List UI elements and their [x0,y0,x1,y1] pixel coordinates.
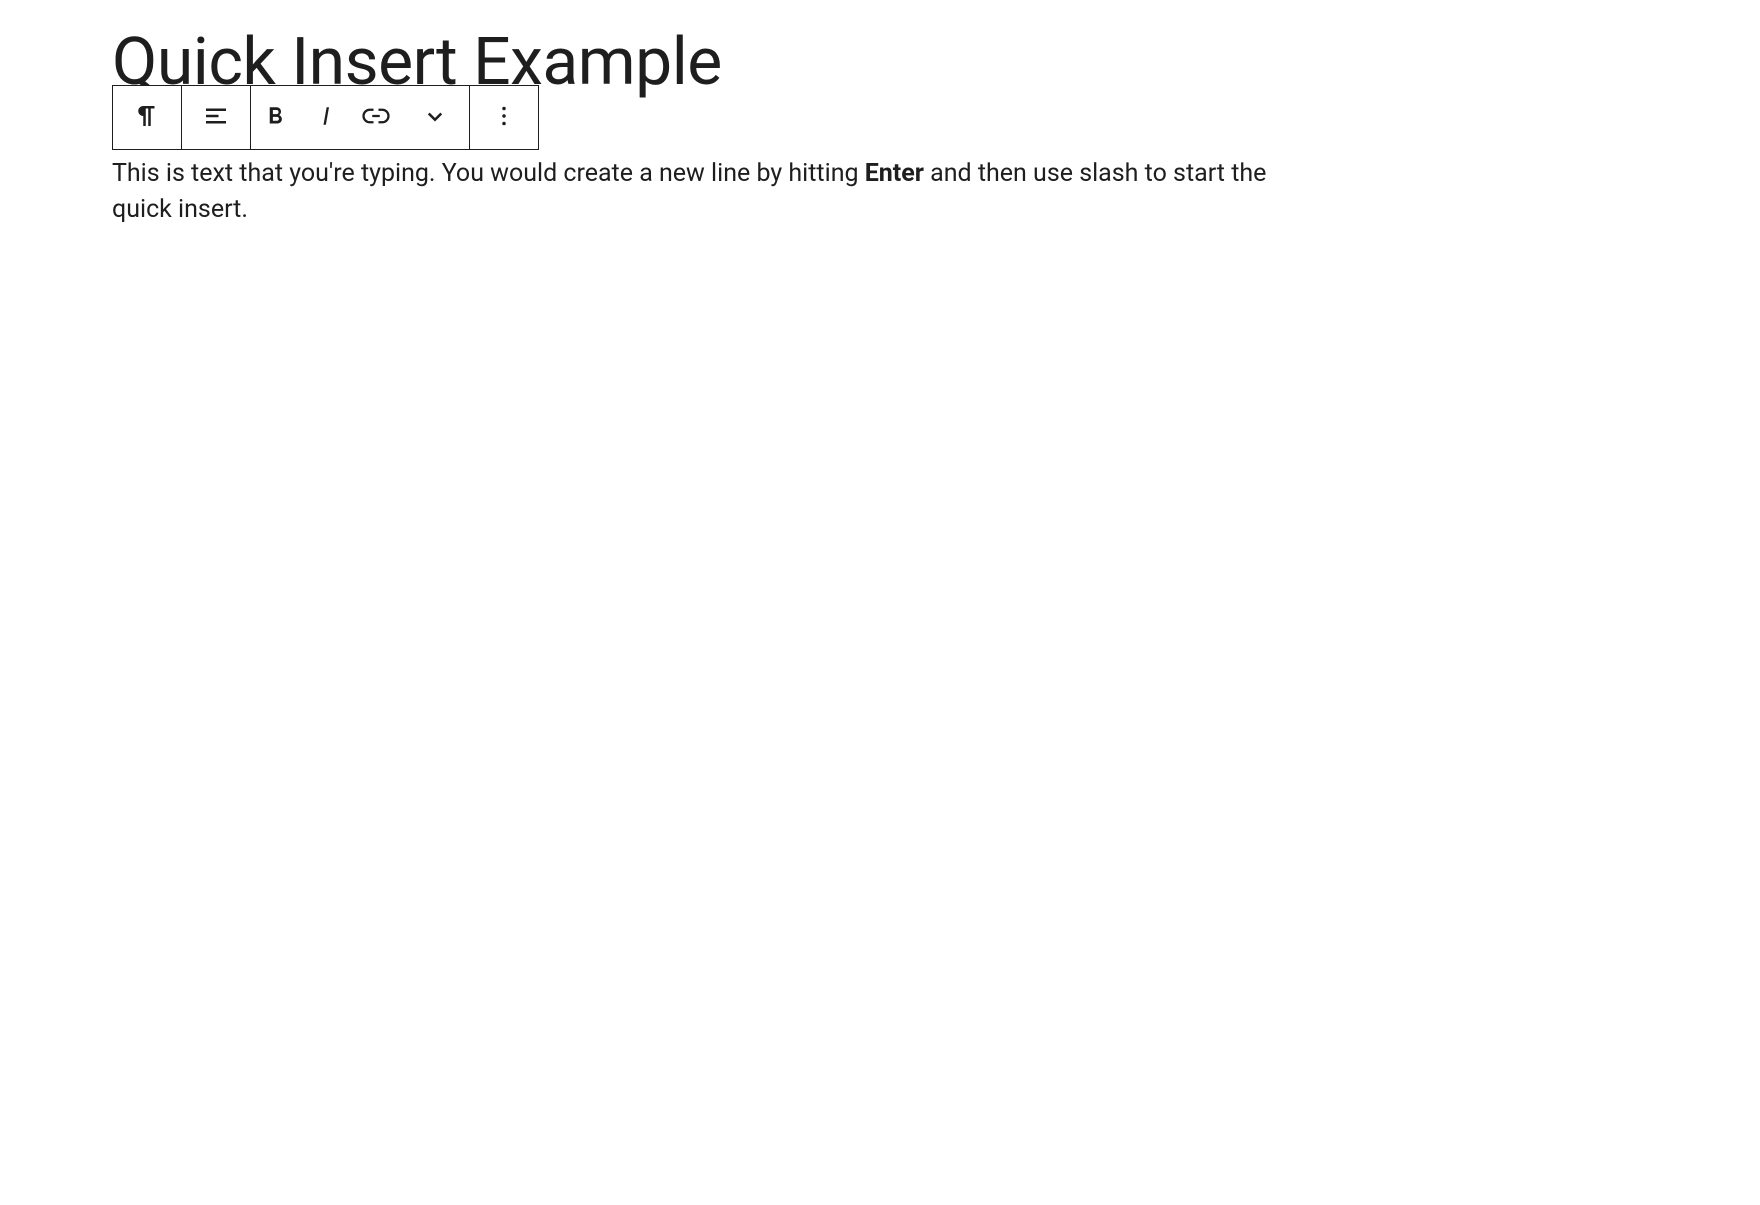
editor-container: Quick Insert Example [0,0,1760,259]
link-button[interactable] [351,86,401,149]
toolbar-group-formatting [251,86,470,149]
paragraph-text-before: This is text that you're typing. You wou… [112,159,865,188]
bold-icon [261,101,291,134]
align-button[interactable] [182,86,250,149]
chevron-down-icon [420,101,450,134]
paragraph-block[interactable]: This is text that you're typing. You wou… [112,156,1312,229]
align-left-icon [201,101,231,134]
paragraph-strong: Enter [865,159,924,188]
italic-icon [311,101,341,134]
block-toolbar [112,85,539,150]
italic-button[interactable] [301,86,351,149]
options-button[interactable] [470,86,538,149]
block-type-button[interactable] [113,86,181,149]
paragraph-icon [132,101,162,134]
more-rich-text-button[interactable] [401,86,469,149]
toolbar-group-align [182,86,251,149]
toolbar-group-options [470,86,538,149]
link-icon [361,101,391,134]
bold-button[interactable] [251,86,301,149]
more-vertical-icon [489,101,519,134]
toolbar-group-block [113,86,182,149]
